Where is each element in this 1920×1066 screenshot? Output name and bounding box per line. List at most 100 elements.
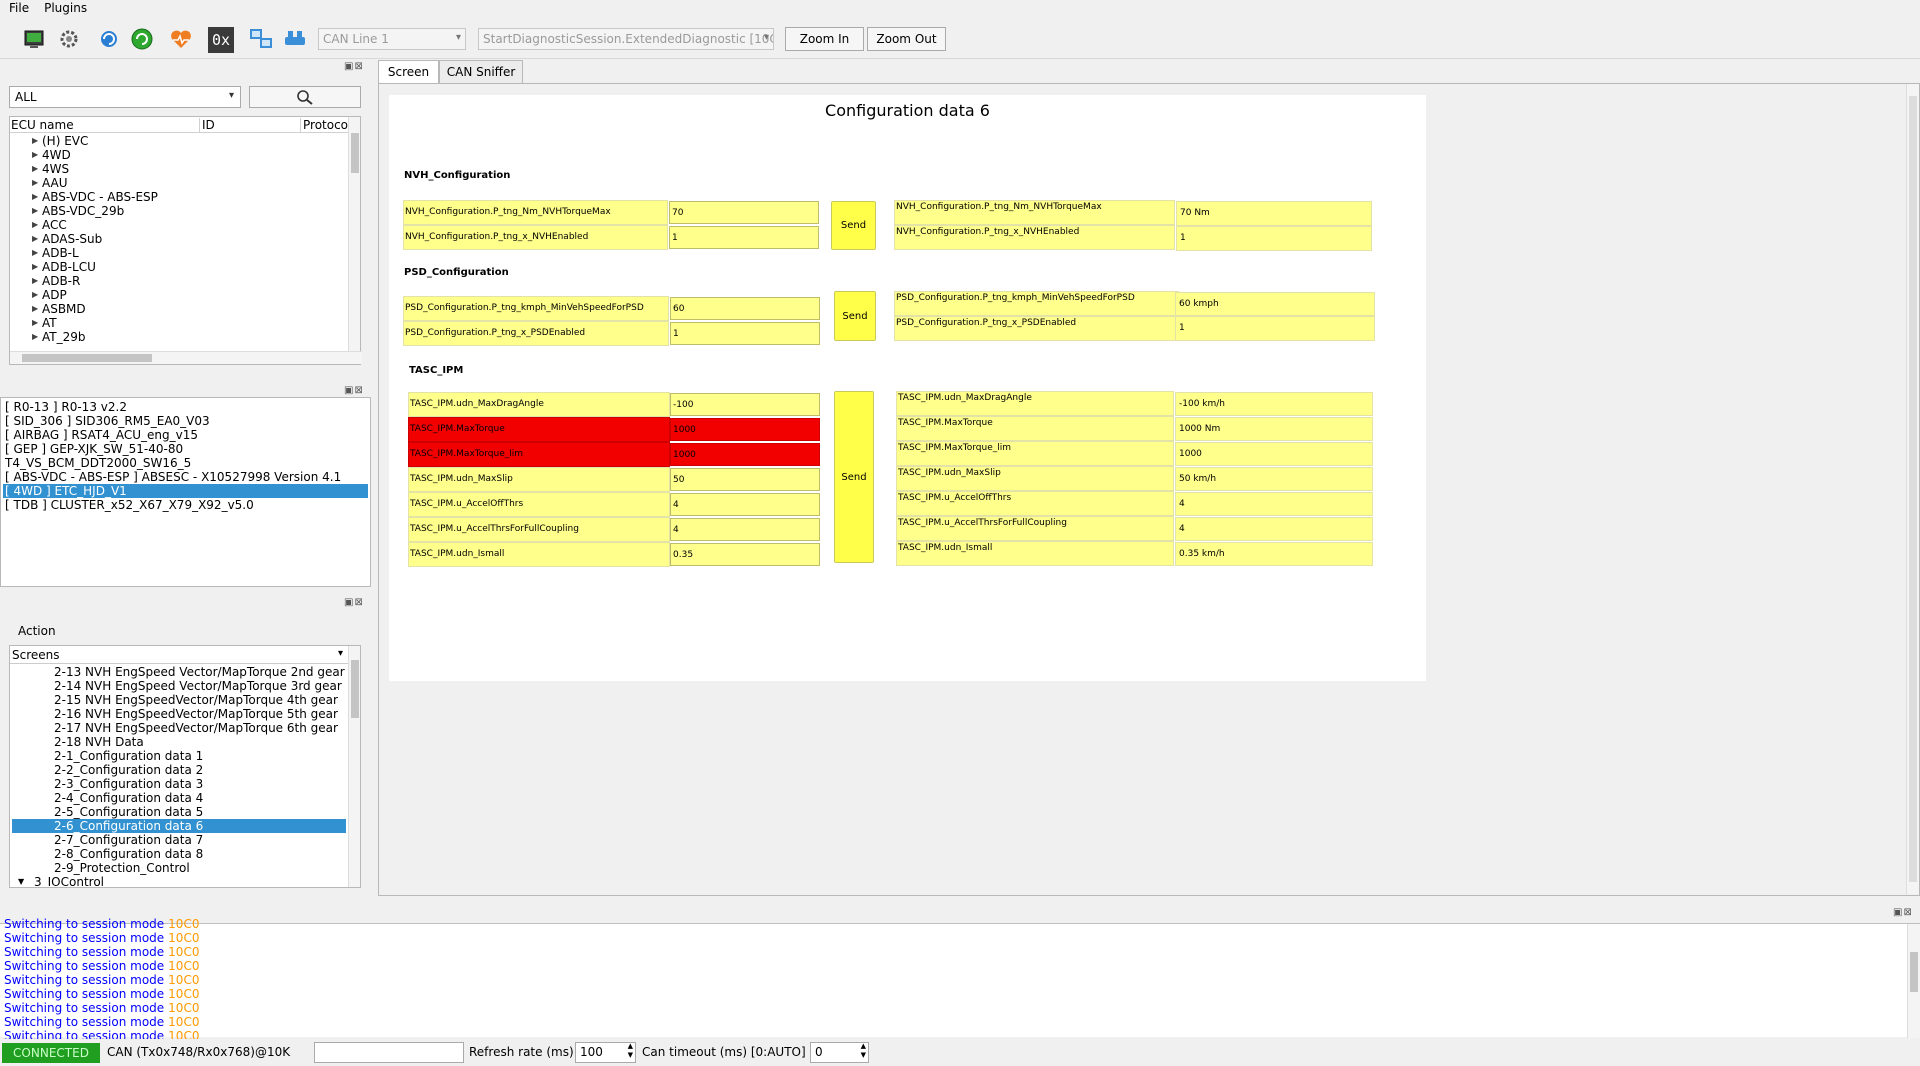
log-dock-controls[interactable]: ▣⊠ — [1893, 907, 1913, 918]
ecu-tree-item[interactable]: ▶ ABS-VDC - ABS-ESP — [32, 190, 158, 204]
screen-vscroll[interactable] — [1906, 84, 1919, 894]
ecu-tree-item[interactable]: ▶ ADB-L — [32, 246, 79, 260]
tasc-input-field[interactable]: 4 — [670, 493, 820, 516]
tasc-input-field[interactable]: 1000 — [670, 418, 820, 441]
nvh-input-field[interactable]: 1 — [669, 226, 819, 249]
ecu-tree-item[interactable]: ▶ AT — [32, 316, 57, 330]
ecu-network-icon[interactable] — [248, 26, 274, 52]
ecu-tree-item[interactable]: ▶ ABS-VDC_29b — [32, 204, 124, 218]
hex-mode-icon[interactable]: 0x — [208, 27, 234, 53]
expand-arrow-icon[interactable]: ▶ — [32, 302, 38, 316]
tasc-send-button[interactable]: Send — [834, 391, 874, 563]
screens-select[interactable]: Screens ▾ — [10, 646, 348, 664]
screen-list-item[interactable]: 2-2_Configuration data 2 — [12, 763, 346, 777]
expand-arrow-icon[interactable]: ▶ — [32, 260, 38, 274]
ecu-tree-item[interactable]: ▶ ADAS-Sub — [32, 232, 102, 246]
tasc-input-field[interactable]: 50 — [670, 468, 820, 491]
zoom-in-button[interactable]: Zoom In — [785, 27, 864, 51]
ecu-list-dock-controls[interactable]: ▣⊠ — [344, 385, 364, 396]
found-ecu-item[interactable]: [ TDB ] CLUSTER_x52_X67_X79_X92_v5.0 — [3, 498, 368, 512]
tab-screen[interactable]: Screen — [378, 60, 439, 84]
menu-plugins[interactable]: Plugins — [35, 0, 93, 15]
spinbox-arrows-icon[interactable]: ▲ ▼ — [861, 1042, 866, 1060]
expand-arrow-icon[interactable]: ▶ — [32, 316, 38, 330]
tab-can-sniffer[interactable]: CAN Sniffer — [439, 60, 523, 84]
expand-arrow-icon[interactable]: ▶ — [32, 204, 38, 218]
zoom-out-button[interactable]: Zoom Out — [867, 27, 946, 51]
column-ecu-name[interactable]: ECU name — [11, 118, 74, 132]
can-timeout-spinbox[interactable]: 0 ▲ ▼ — [810, 1042, 869, 1063]
ecu-tree-item[interactable]: ▶ AAU — [32, 176, 68, 190]
screen-list-item[interactable]: 2-5_Configuration data 5 — [12, 805, 346, 819]
ecu-tree-item[interactable]: ▶ ACC — [32, 218, 67, 232]
expand-arrow-icon[interactable]: ▶ — [32, 148, 38, 162]
nvh-send-button[interactable]: Send — [831, 201, 876, 250]
collapse-arrow-icon[interactable]: ▼ — [18, 875, 24, 887]
found-ecu-item[interactable]: [ GEP ] GEP-XJK_SW_51-40-80 — [3, 442, 368, 456]
connect-icon[interactable] — [129, 26, 155, 52]
found-ecu-item[interactable]: T4_VS_BCM_DDT2000_SW16_5 — [3, 456, 368, 470]
tasc-input-field[interactable]: 4 — [670, 518, 820, 541]
ecu-dock-controls[interactable]: ▣⊠ — [344, 61, 364, 72]
can-bus-icon[interactable] — [282, 26, 308, 52]
menu-file[interactable]: File — [0, 0, 35, 15]
screen-list-item[interactable]: 2-4_Configuration data 4 — [12, 791, 346, 805]
ecu-tree-item[interactable]: ▶ 4WD — [32, 148, 71, 162]
screen-list-item[interactable]: 2-14 NVH EngSpeed Vector/MapTorque 3rd g… — [12, 679, 346, 693]
column-protocol[interactable]: Protocol — [300, 118, 351, 132]
ecu-filter-select[interactable]: ALL — [9, 86, 241, 108]
tasc-input-field[interactable]: -100 — [670, 393, 820, 416]
screen-list-item[interactable]: 2-6_Configuration data 6 — [12, 819, 346, 833]
refresh-rate-spinbox[interactable]: 100 ▲ ▼ — [575, 1042, 636, 1063]
screen-list-item[interactable]: 2-8_Configuration data 8 — [12, 847, 346, 861]
ecu-search-button[interactable] — [249, 86, 361, 108]
found-ecu-item[interactable]: [ R0-13 ] R0-13 v2.2 — [3, 400, 368, 414]
log-vscroll[interactable] — [1907, 924, 1920, 1038]
expand-arrow-icon[interactable]: ▶ — [32, 288, 38, 302]
screen-list-item[interactable]: 2-9_Protection_Control — [12, 861, 346, 875]
ecu-tree-item[interactable]: ▶ AT_29b — [32, 330, 86, 344]
column-id[interactable]: ID — [199, 118, 215, 132]
expand-arrow-icon[interactable]: ▶ — [32, 274, 38, 288]
expand-arrow-icon[interactable]: ▶ — [32, 232, 38, 246]
expand-arrow-icon[interactable]: ▶ — [32, 218, 38, 232]
psd-send-button[interactable]: Send — [834, 291, 876, 341]
screen-group-item[interactable]: ▼ 3_IOControl — [12, 875, 346, 887]
ecu-scan-icon[interactable] — [21, 26, 47, 52]
tasc-input-field[interactable]: 1000 — [670, 443, 820, 466]
found-ecu-item[interactable]: [ AIRBAG ] RSAT4_ACU_eng_v15 — [3, 428, 368, 442]
screen-list-item[interactable]: 2-3_Configuration data 3 — [12, 777, 346, 791]
ecu-tree-item[interactable]: ▶ 4WS — [32, 162, 69, 176]
can-line-select[interactable]: CAN Line 1 — [318, 28, 466, 50]
tasc-input-field[interactable]: 0.35 — [670, 543, 820, 566]
expand-arrow-icon[interactable]: ▶ — [32, 162, 38, 176]
ecu-tree-item[interactable]: ▶ (H) EVC — [32, 134, 88, 148]
ecu-tree-item[interactable]: ▶ ADB-LCU — [32, 260, 96, 274]
found-ecu-item[interactable]: [ ABS-VDC - ABS-ESP ] ABSESC - X10527998… — [3, 470, 368, 484]
ecu-tree-item[interactable]: ▶ ADB-R — [32, 274, 80, 288]
ecu-tree-hscroll[interactable] — [10, 351, 362, 364]
psd-input-field[interactable]: 60 — [670, 297, 820, 320]
command-input[interactable] — [314, 1042, 464, 1063]
screen-list-item[interactable]: 2-18 NVH Data — [12, 735, 346, 749]
expand-arrow-icon[interactable]: ▶ — [32, 330, 38, 344]
screen-list-item[interactable]: 2-17 NVH EngSpeedVector/MapTorque 6th ge… — [12, 721, 346, 735]
found-ecu-item[interactable]: [ SID_306 ] SID306_RM5_EA0_V03 — [3, 414, 368, 428]
spinbox-arrows-icon[interactable]: ▲ ▼ — [628, 1042, 633, 1060]
action-vscroll[interactable] — [348, 646, 360, 887]
psd-input-field[interactable]: 1 — [670, 322, 820, 345]
found-ecu-item[interactable]: [ 4WD ] ETC_HJD_V1 — [3, 484, 368, 498]
diagnostic-session-select[interactable]: StartDiagnosticSession.ExtendedDiagnosti… — [478, 28, 774, 50]
expand-arrow-icon[interactable]: ▶ — [32, 190, 38, 204]
screen-list-item[interactable]: 2-15 NVH EngSpeedVector/MapTorque 4th ge… — [12, 693, 346, 707]
health-check-icon[interactable] — [168, 26, 194, 52]
screen-list-item[interactable]: 2-7_Configuration data 7 — [12, 833, 346, 847]
ecu-tree-item[interactable]: ▶ ADP — [32, 288, 67, 302]
ecu-tree-item[interactable]: ▶ ASBMD — [32, 302, 86, 316]
ecu-tree-vscroll[interactable] — [348, 117, 360, 351]
settings-gear-icon[interactable] — [56, 26, 82, 52]
screen-list-item[interactable]: 2-13 NVH EngSpeed Vector/MapTorque 2nd g… — [12, 665, 346, 679]
refresh-icon[interactable] — [96, 26, 122, 52]
expand-arrow-icon[interactable]: ▶ — [32, 246, 38, 260]
expand-arrow-icon[interactable]: ▶ — [32, 176, 38, 190]
